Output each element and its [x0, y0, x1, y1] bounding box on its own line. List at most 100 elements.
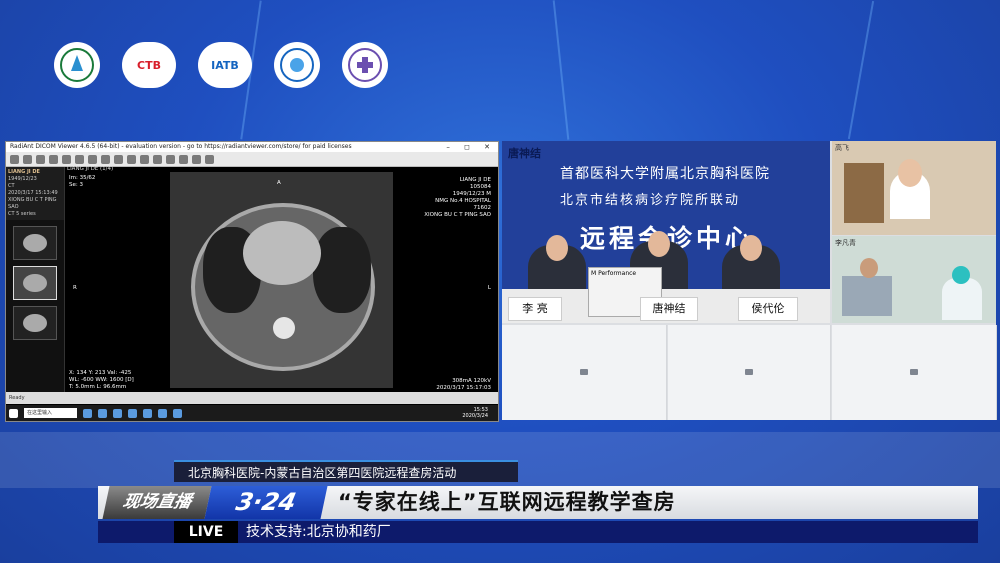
patient-modality: CT — [8, 183, 15, 189]
status-text: Ready — [9, 395, 25, 401]
open-icon[interactable] — [10, 154, 19, 164]
orientation-top: A — [277, 180, 281, 186]
viewer-status-bar: Ready — [6, 392, 498, 404]
iatb-logo: IATB — [198, 42, 252, 88]
excel-icon[interactable] — [158, 408, 167, 418]
patient-ward-video[interactable]: 李凡青 — [832, 236, 996, 323]
remote-doctor-head — [898, 159, 922, 187]
patient-head — [860, 258, 878, 278]
background-ray — [847, 0, 875, 140]
overlay-bottom-left: X: 134 Y: 213 Val: -425 WL: -600 WW: 160… — [69, 370, 134, 391]
clock-date: 2020/3/24 — [462, 413, 488, 419]
bookshelf — [844, 163, 884, 223]
taskbar-search-text: 在这里输入 — [27, 410, 53, 416]
layout-icon[interactable] — [36, 154, 45, 164]
main-speaker-label: 唐神结 — [508, 147, 541, 160]
window-level: WL: -600 WW: 1600 [D] — [69, 377, 134, 383]
series-thumbnail[interactable] — [13, 226, 57, 260]
patient-name: LIANG JI DE — [8, 169, 40, 175]
nameplate-middle: 唐神结 — [640, 297, 698, 321]
overlay-patient-name: LIANG JI DE — [459, 177, 491, 183]
viewer-app-icon[interactable] — [173, 408, 182, 418]
overlay-birth: 1949/12/23 M — [452, 191, 491, 197]
measure-icon[interactable] — [88, 154, 97, 164]
windows-taskbar: 在这里输入 15:53 2020/3/24 — [6, 405, 498, 421]
app-icon[interactable] — [143, 408, 152, 418]
dicom-viewer-window: RadiAnt DICOM Viewer 4.6.5 (64-bit) - ev… — [5, 141, 499, 422]
ward-label: 李凡青 — [835, 239, 856, 247]
annotate-icon[interactable] — [114, 154, 123, 164]
event-subtitle: 北京胸科医院-内蒙古自治区第四医院远程查房活动 — [174, 460, 518, 482]
viewer-title-bar: RadiAnt DICOM Viewer 4.6.5 (64-bit) - ev… — [6, 142, 498, 152]
chrome-icon[interactable] — [128, 408, 137, 418]
zoom-icon[interactable] — [75, 154, 84, 164]
empty-video-tile-2[interactable] — [668, 325, 831, 420]
angle-icon[interactable] — [101, 154, 110, 164]
patient-birth: 1949/12/23 — [8, 176, 37, 182]
patient-header: LIANG JI DE 1949/12/23 CT 2020/3/17 15:1… — [6, 167, 64, 220]
remote-doctor-video[interactable]: 高飞 — [832, 141, 996, 235]
window-level-icon[interactable] — [49, 154, 58, 164]
taskbar-search[interactable]: 在这里输入 — [24, 408, 77, 418]
flip-icon[interactable] — [153, 154, 162, 164]
mpr-icon[interactable] — [179, 154, 188, 164]
save-icon[interactable] — [23, 154, 32, 164]
ctb-logo: CTB — [122, 42, 176, 88]
ct-spine — [273, 317, 295, 339]
study-description: XIONG BU C T PING SAO — [8, 197, 57, 210]
viewer-toolbar — [6, 152, 498, 167]
event-title: “专家在线上”互联网远程教学查房 — [338, 490, 676, 514]
iatb-logo-text: IATB — [211, 58, 239, 72]
slice-thickness: T: 5.0mm L: 96.6mm — [69, 384, 127, 390]
overlay-accession: 71602 — [473, 205, 492, 211]
settings-icon[interactable] — [205, 154, 214, 164]
empty-video-tile-1[interactable] — [502, 325, 667, 420]
start-icon[interactable] — [9, 408, 18, 418]
image-index: Im: 35/62 — [69, 175, 96, 181]
camera-off-icon — [745, 369, 753, 375]
orientation-left: R — [73, 285, 77, 291]
3d-icon[interactable] — [192, 154, 201, 164]
pan-icon[interactable] — [62, 154, 71, 164]
ct-image-viewport[interactable]: LIANG JI DE (1/4) Im: 35/62 Se: 3 LIANG … — [65, 166, 497, 392]
remote-doctor-label: 高飞 — [835, 144, 849, 152]
series-thumbnail-active[interactable] — [13, 266, 57, 300]
explorer-icon[interactable] — [113, 408, 122, 418]
empty-video-tile-3[interactable] — [832, 325, 997, 420]
nurse-cap — [952, 266, 970, 284]
overlay-bottom-right: 308mA 120kV 2020/3/17 15:17:03 — [436, 378, 491, 392]
hospital-4th-logo — [342, 42, 388, 88]
orientation-right: L — [487, 285, 491, 291]
taskbar-clock: 15:53 2020/3/24 — [462, 407, 488, 419]
reset-icon[interactable] — [166, 154, 175, 164]
rotate-icon[interactable] — [140, 154, 149, 164]
overlay-study: XIONG BU C T PING SAO — [424, 212, 491, 218]
tech-support-credit: 技术支持:北京协和药厂 — [246, 524, 391, 540]
study-date: 2020/3/17 15:13:49 — [8, 190, 58, 196]
patient-figure — [842, 276, 892, 316]
task-view-icon[interactable] — [83, 408, 92, 418]
banner-hospital: 首都医科大学附属北京胸科医院 — [560, 166, 770, 182]
overlay-patient-id: 105084 — [470, 184, 491, 190]
overlay-institution: NMG No.4 HOSPITAL — [435, 198, 491, 204]
viewer-tab[interactable]: LIANG JI DE (1/4) — [67, 166, 113, 173]
series-thumbnail[interactable] — [13, 306, 57, 340]
camera-off-icon — [910, 369, 918, 375]
doctor-left-head — [546, 235, 568, 261]
acquisition-time: 2020/3/17 15:17:03 — [436, 385, 491, 391]
event-date-badge: 3·24 — [204, 486, 328, 519]
nameplate-right: 侯代伦 — [738, 297, 798, 321]
edge-icon[interactable] — [98, 408, 107, 418]
live-broadcast-badge: 现场直播 — [102, 486, 212, 519]
main-video-tile[interactable]: 唐神结 首都医科大学附属北京胸科医院 北京市结核病诊疗院所联动 远程会诊中心 M… — [502, 141, 830, 323]
series-name: CT 5 series — [8, 211, 36, 217]
ct-heart — [243, 221, 321, 285]
series-sidebar: LIANG JI DE 1949/12/23 CT 2020/3/17 15:1… — [6, 167, 65, 392]
text-icon[interactable] — [127, 154, 136, 164]
banner-network: 北京市结核病诊疗院所联动 — [560, 193, 741, 208]
association-logo — [274, 42, 320, 88]
laptop-brand: M Performance — [591, 270, 637, 277]
window-controls[interactable]: – ◻ ✕ — [446, 142, 496, 152]
logo-row: CTB IATB — [54, 42, 388, 88]
live-tag: LIVE — [174, 521, 238, 543]
